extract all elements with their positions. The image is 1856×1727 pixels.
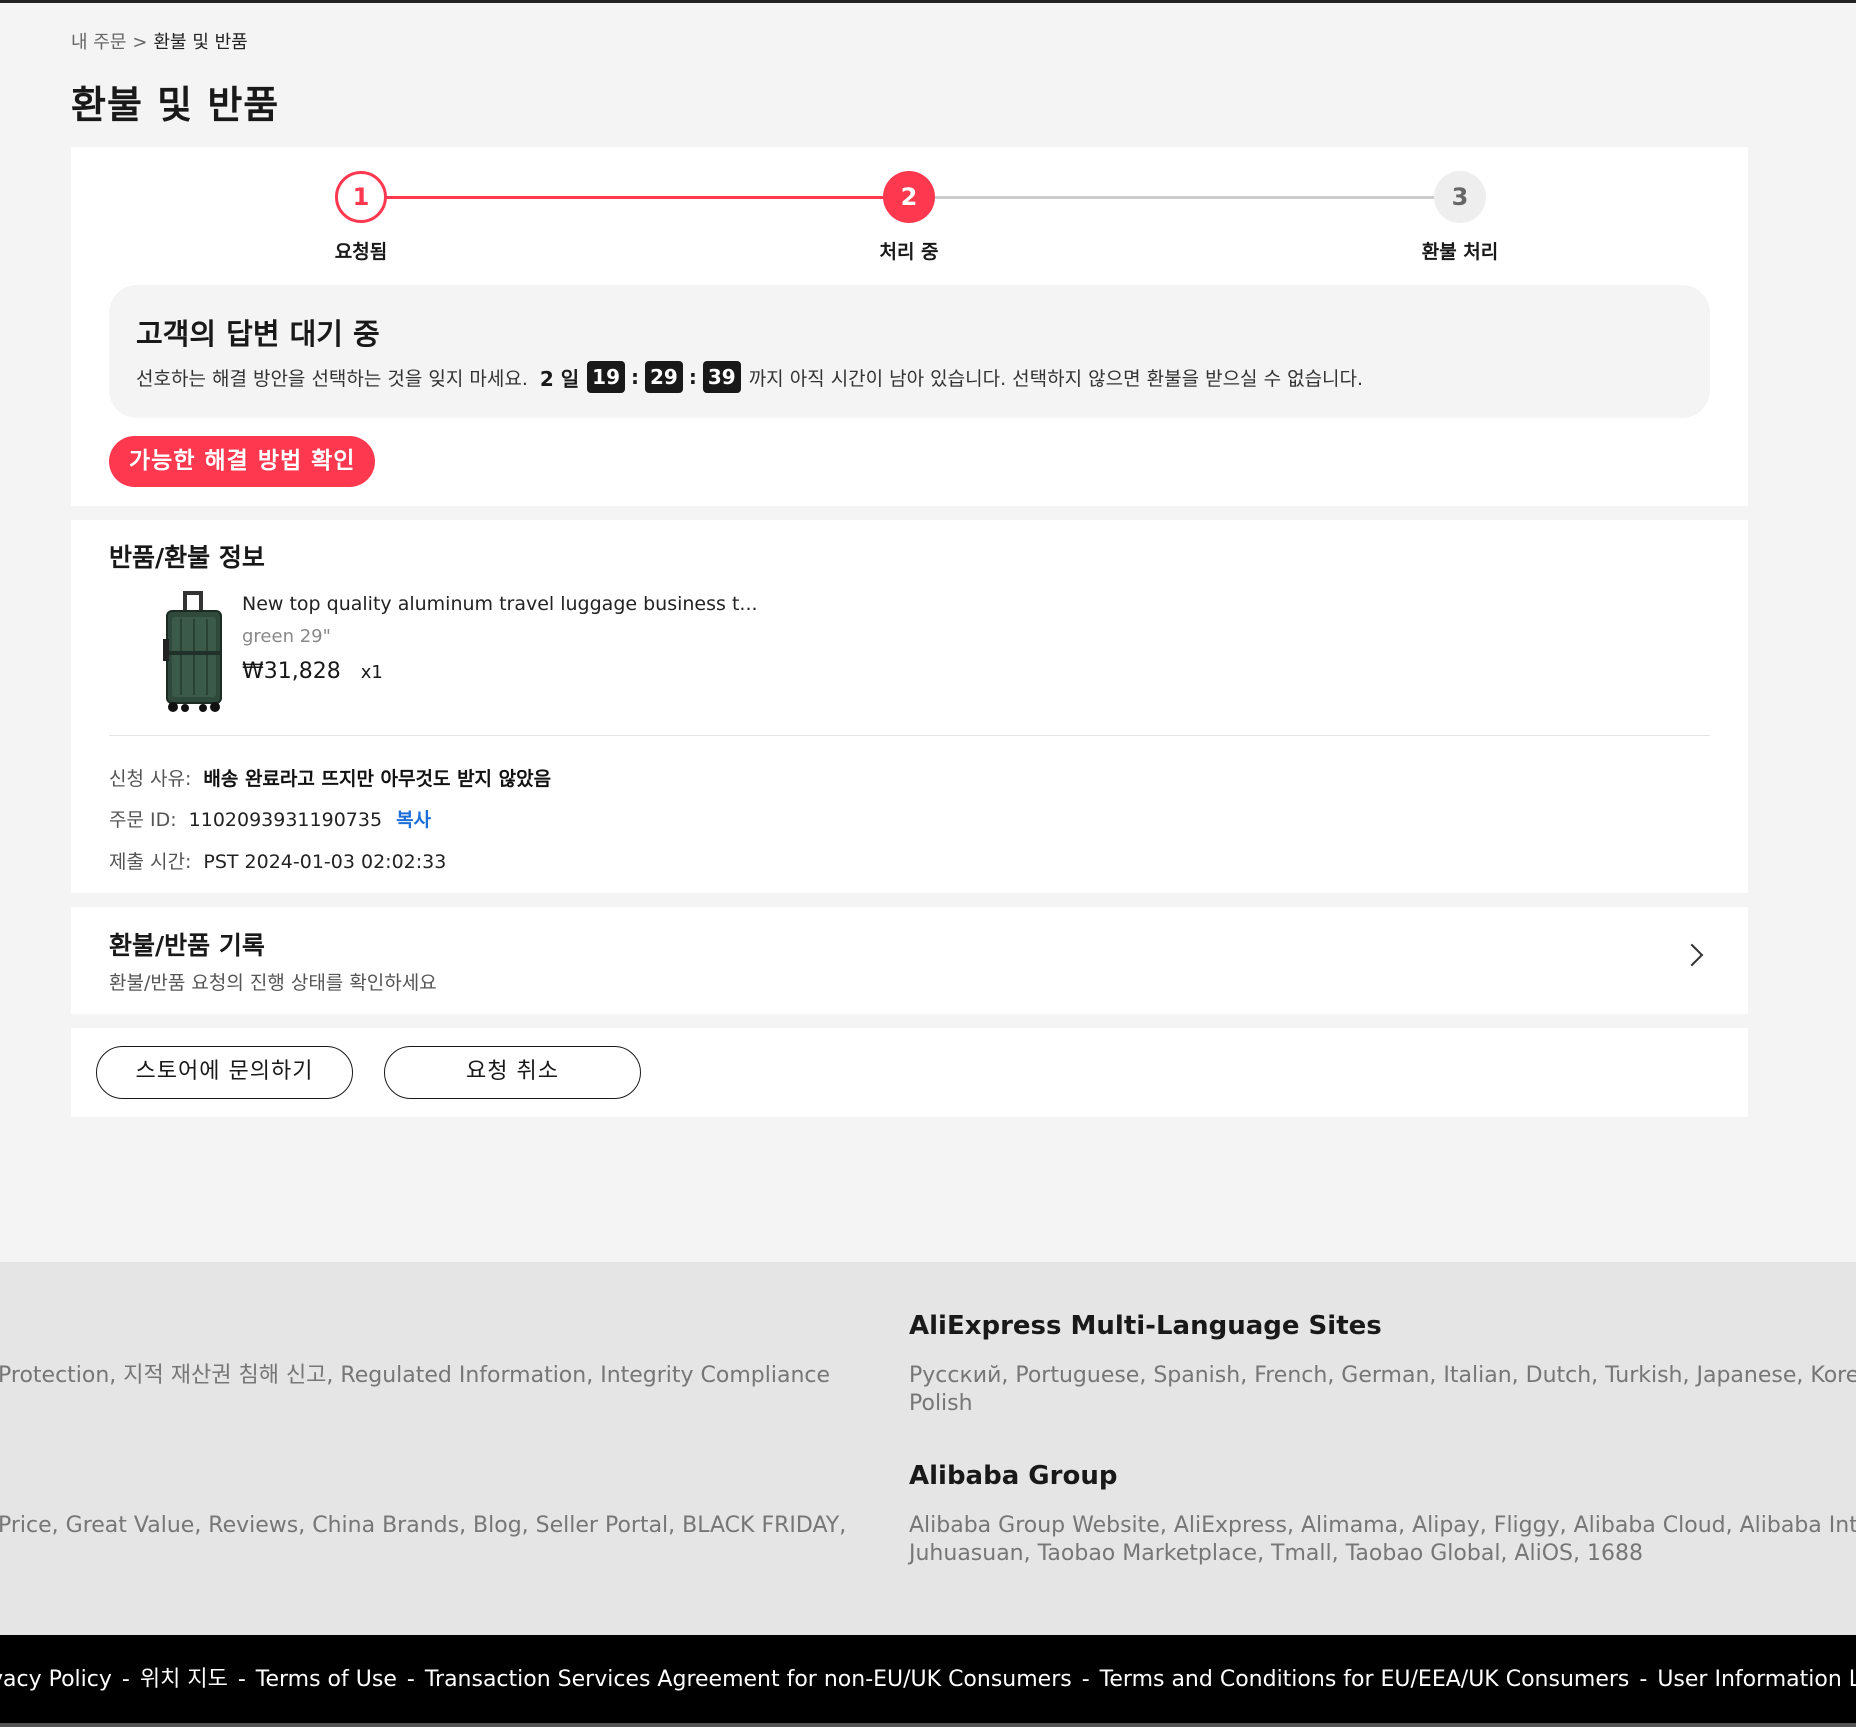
countdown-days: 2 일 [539, 366, 580, 391]
legal-separator: - [1639, 1667, 1648, 1692]
legal-separator: - [406, 1667, 415, 1692]
legal-links: vacy Policy - 위치 지도 - Terms of Use - Transacti… [0, 1661, 1856, 1693]
footer-policy-links[interactable]: Protection, 지적 재산권 침해 신고, Regulated Info… [0, 1361, 830, 1390]
record-title: 환불/반품 기록 [109, 931, 265, 960]
legal-separator: - [237, 1667, 246, 1692]
step-line-done [361, 196, 912, 199]
order-id: 1102093931190735 [188, 809, 383, 831]
breadcrumb-my-orders[interactable]: 내 주문 [71, 32, 126, 53]
countdown-seconds: 39 [702, 361, 741, 393]
request-reason-row: 신청 사유: 배송 완료라고 뜨지만 아무것도 받지 않았음 [109, 764, 551, 791]
actions-card: 스토어에 문의하기 요청 취소 [71, 1028, 1748, 1117]
product-variant: green 29" [242, 626, 331, 647]
cancel-request-button[interactable]: 요청 취소 [384, 1046, 641, 1099]
footer-browse-links[interactable]: Price, Great Value, Reviews, China Brand… [0, 1511, 846, 1540]
top-border [0, 0, 1856, 3]
luggage-image [163, 591, 222, 712]
footer-alibaba-group-links-2[interactable]: Juhuasuan, Taobao Marketplace, Tmall, Ta… [909, 1539, 1643, 1568]
legal-link-user-info[interactable]: User Information Legal E [1657, 1667, 1856, 1692]
refund-record-card[interactable]: 환불/반품 기록 환불/반품 요청의 진행 상태를 확인하세요 [71, 907, 1748, 1014]
page-title: 환불 및 반품 [71, 83, 280, 127]
step-3-label: 환불 처리 [1421, 241, 1499, 263]
divider [109, 735, 1710, 736]
footer-alibaba-group-title: Alibaba Group [909, 1461, 1118, 1491]
countdown-minutes: 29 [645, 361, 683, 393]
copy-order-id-link[interactable]: 복사 [396, 809, 431, 831]
check-solutions-button[interactable]: 가능한 해결 방법 확인 [109, 436, 376, 487]
footer-multi-language-links[interactable]: Русский, Portuguese, Spanish, French, Ge… [909, 1361, 1856, 1390]
breadcrumb-current: 환불 및 반품 [153, 32, 248, 53]
request-reason: 배송 완료라고 뜨지만 아무것도 받지 않았음 [203, 768, 552, 790]
step-2-circle: 2 [883, 171, 935, 223]
breadcrumb: 내 주문 > 환불 및 반품 [71, 28, 248, 54]
submitted-time-label: 제출 시간: [109, 851, 192, 873]
legal-link-privacy[interactable]: vacy Policy [0, 1667, 112, 1692]
footer-multi-language-links-2[interactable]: Polish [909, 1389, 973, 1418]
legal-link-terms[interactable]: Terms of Use [256, 1667, 397, 1692]
step-2-label: 처리 중 [879, 241, 939, 263]
waiting-message: 선호하는 해결 방안을 선택하는 것을 잊지 마세요. 2 일 19 : 29 … [136, 361, 1363, 393]
status-card: 1 2 3 요청됨 처리 중 환불 처리 고객의 답변 대기 중 선호하는 해결… [71, 147, 1748, 506]
contact-store-button[interactable]: 스토어에 문의하기 [96, 1046, 353, 1099]
order-id-label: 주문 ID: [109, 809, 177, 831]
request-reason-label: 신청 사유: [109, 768, 192, 790]
refund-info-card: 반품/환불 정보 New top quality aluminum travel… [71, 520, 1748, 893]
countdown-hours: 19 [587, 361, 626, 393]
countdown-colon: : [631, 365, 640, 389]
footer: Protection, 지적 재산권 침해 신고, Regulated Info… [0, 1262, 1856, 1635]
product-price: ₩31,828 [242, 659, 341, 684]
footer-alibaba-group-links[interactable]: Alibaba Group Website, AliExpress, Alima… [909, 1511, 1856, 1540]
legal-link-sitemap[interactable]: 위치 지도 [140, 1667, 228, 1692]
product-price-row: ₩31,828 x1 [242, 659, 383, 684]
step-1-label: 요청됨 [334, 241, 388, 263]
breadcrumb-separator: > [132, 32, 148, 53]
product-title[interactable]: New top quality aluminum travel luggage … [242, 593, 758, 615]
chevron-right-icon[interactable] [1680, 943, 1704, 967]
waiting-notice: 고객의 답변 대기 중 선호하는 해결 방안을 선택하는 것을 잊지 마세요. … [109, 285, 1710, 418]
waiting-text-before: 선호하는 해결 방안을 선택하는 것을 잊지 마세요. [136, 367, 528, 390]
record-subtitle: 환불/반품 요청의 진행 상태를 확인하세요 [109, 972, 437, 994]
step-3-circle: 3 [1434, 171, 1486, 223]
legal-separator: - [1081, 1667, 1090, 1692]
legal-link-eu-terms[interactable]: Terms and Conditions for EU/EEA/UK Consu… [1100, 1667, 1630, 1692]
step-line-pending [912, 196, 1463, 199]
product-quantity: x1 [360, 662, 383, 683]
footer-multi-language-title: AliExpress Multi-Language Sites [909, 1311, 1382, 1341]
legal-separator: - [121, 1667, 130, 1692]
step-1-circle: 1 [335, 171, 387, 223]
order-id-row: 주문 ID: 1102093931190735 복사 [109, 805, 431, 832]
submitted-time-row: 제출 시간: PST 2024-01-03 02:02:33 [109, 847, 446, 874]
submitted-time: PST 2024-01-03 02:02:33 [203, 851, 447, 873]
countdown-colon: : [688, 365, 697, 389]
waiting-title: 고객의 답변 대기 중 [136, 317, 380, 351]
legal-link-transaction-agreement[interactable]: Transaction Services Agreement for non-E… [425, 1667, 1072, 1692]
waiting-text-after: 까지 아직 시간이 남아 있습니다. 선택하지 않으면 환불을 받으실 수 없습… [748, 367, 1364, 390]
bottom-edge [0, 1723, 1856, 1727]
refund-info-title: 반품/환불 정보 [109, 543, 265, 572]
legal-bar: vacy Policy - 위치 지도 - Terms of Use - Transacti… [0, 1635, 1856, 1727]
